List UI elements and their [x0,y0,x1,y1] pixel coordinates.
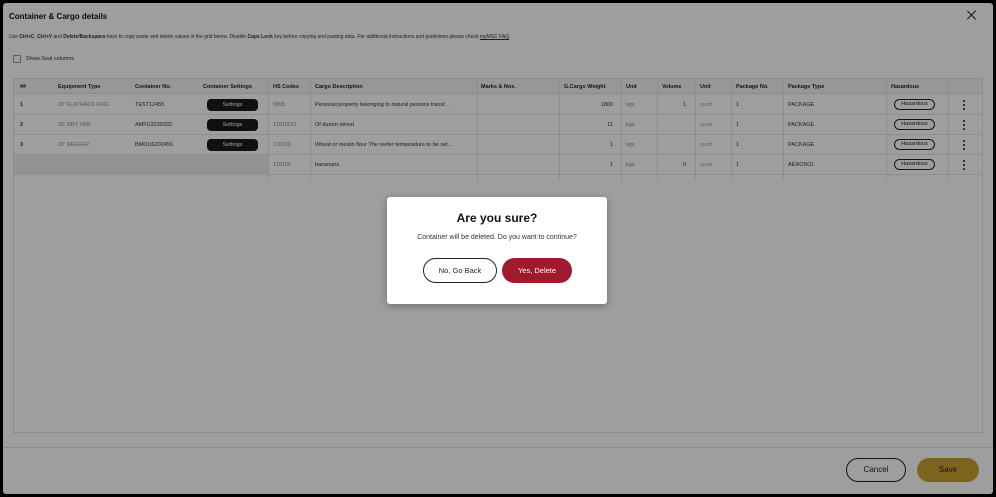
confirm-delete-button[interactable]: Yes, Delete [502,258,572,283]
go-back-button[interactable]: No, Go Back [423,258,497,283]
dialog-message: Container will be deleted. Do you want t… [417,234,577,241]
dialog-title: Are you sure? [456,211,538,225]
confirm-delete-dialog: Are you sure? Container will be deleted.… [387,197,607,304]
